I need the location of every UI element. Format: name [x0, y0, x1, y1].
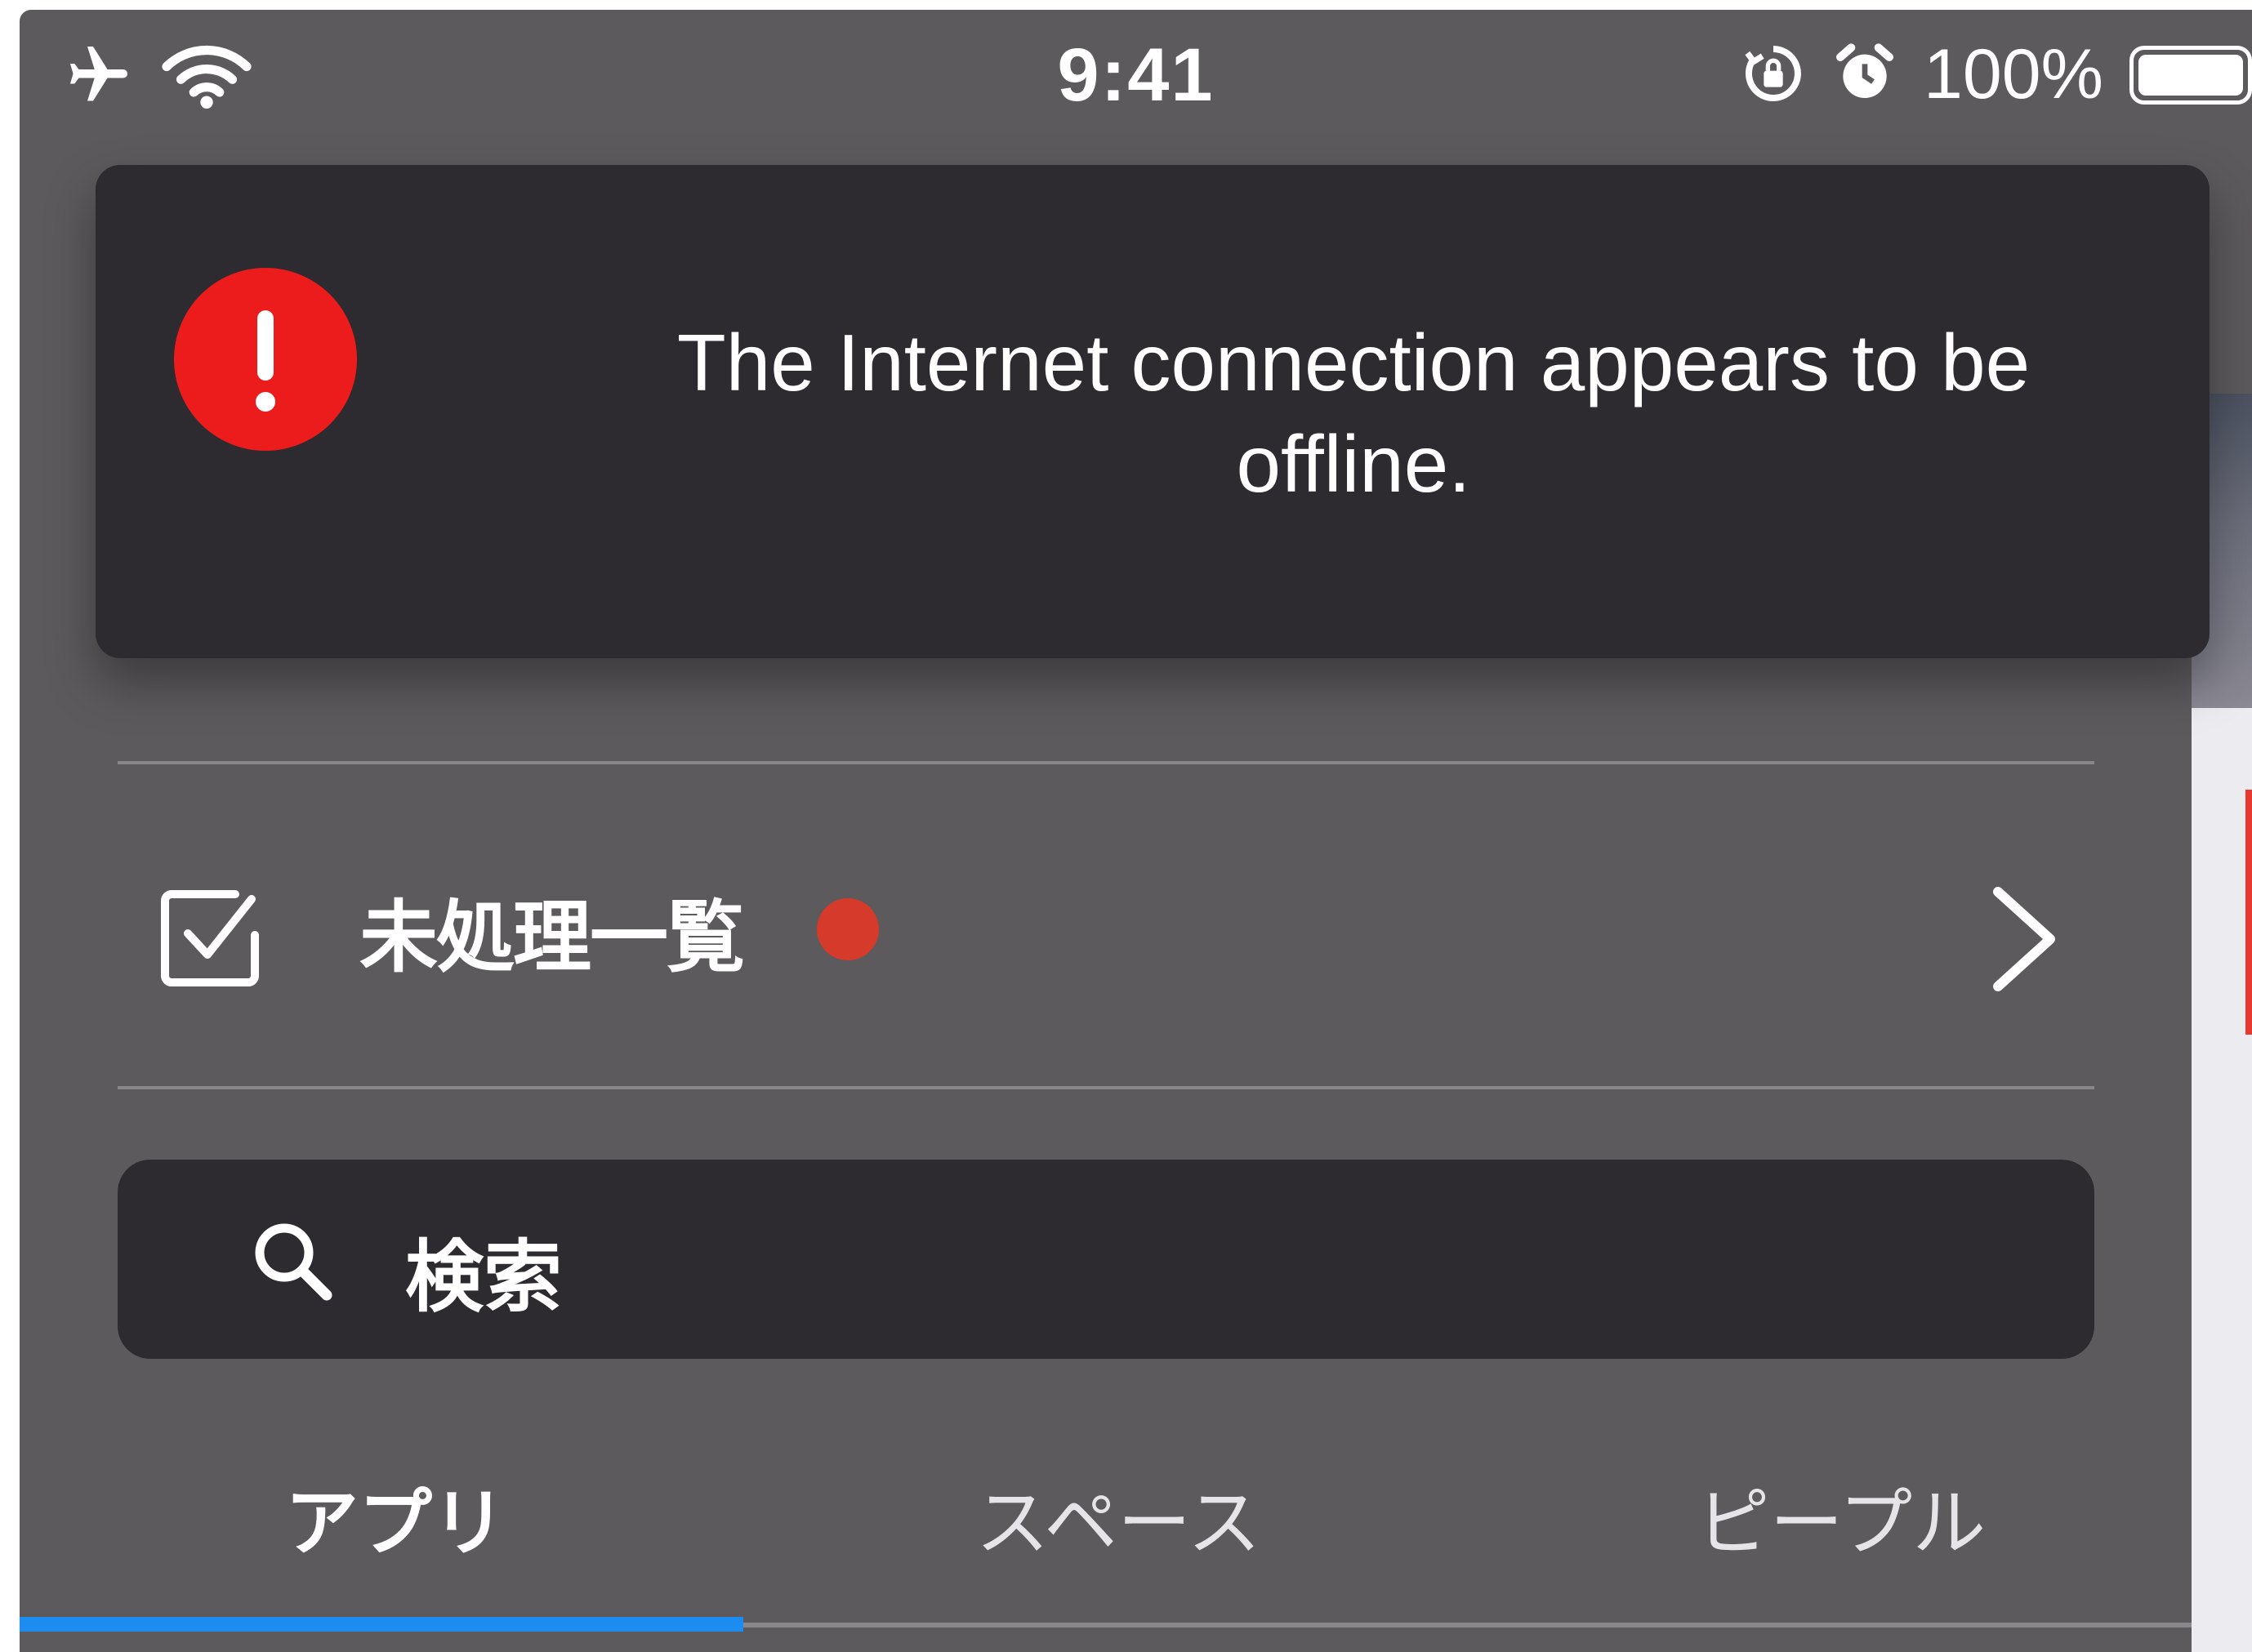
tab-people[interactable]: ピープル [1555, 1463, 2127, 1570]
active-tab-indicator [20, 1617, 743, 1632]
battery-icon [2129, 45, 2252, 105]
background-red-edge [2245, 790, 2252, 1035]
pending-list-label: 未処理一覧 [359, 892, 745, 983]
alarm-icon [1832, 41, 1897, 109]
exclamation-icon [174, 268, 357, 451]
background-panel [2192, 708, 2252, 1652]
pending-badge-dot [817, 898, 879, 960]
status-right-icons: 100% [1741, 34, 2252, 115]
divider-bottom [118, 1086, 2094, 1089]
search-placeholder: 検索 [405, 1231, 562, 1323]
battery-percent: 100% [1924, 35, 2103, 114]
status-bar: 9:41 100% [20, 10, 2252, 149]
search-field[interactable]: 検索 [118, 1160, 2094, 1359]
offline-toast[interactable]: The Internet connection appears to be of… [96, 165, 2210, 658]
battery-level [2138, 54, 2243, 96]
divider-top [118, 761, 2094, 764]
chevron-right-icon [1983, 882, 2065, 1000]
app-screen: 9:41 100% The Internet connection appear… [20, 10, 2252, 1652]
checkbox-icon [160, 888, 261, 992]
search-icon [248, 1217, 338, 1310]
toast-message: The Internet connection appears to be of… [676, 318, 2031, 509]
pending-list-row[interactable]: 未処理一覧 [118, 777, 2094, 1096]
tab-apps[interactable]: アプリ [109, 1463, 681, 1570]
tab-spaces[interactable]: スペース [832, 1463, 1404, 1570]
orientation-lock-icon [1741, 41, 1806, 109]
tab-bar: アプリ スペース ピープル [20, 1431, 2192, 1652]
